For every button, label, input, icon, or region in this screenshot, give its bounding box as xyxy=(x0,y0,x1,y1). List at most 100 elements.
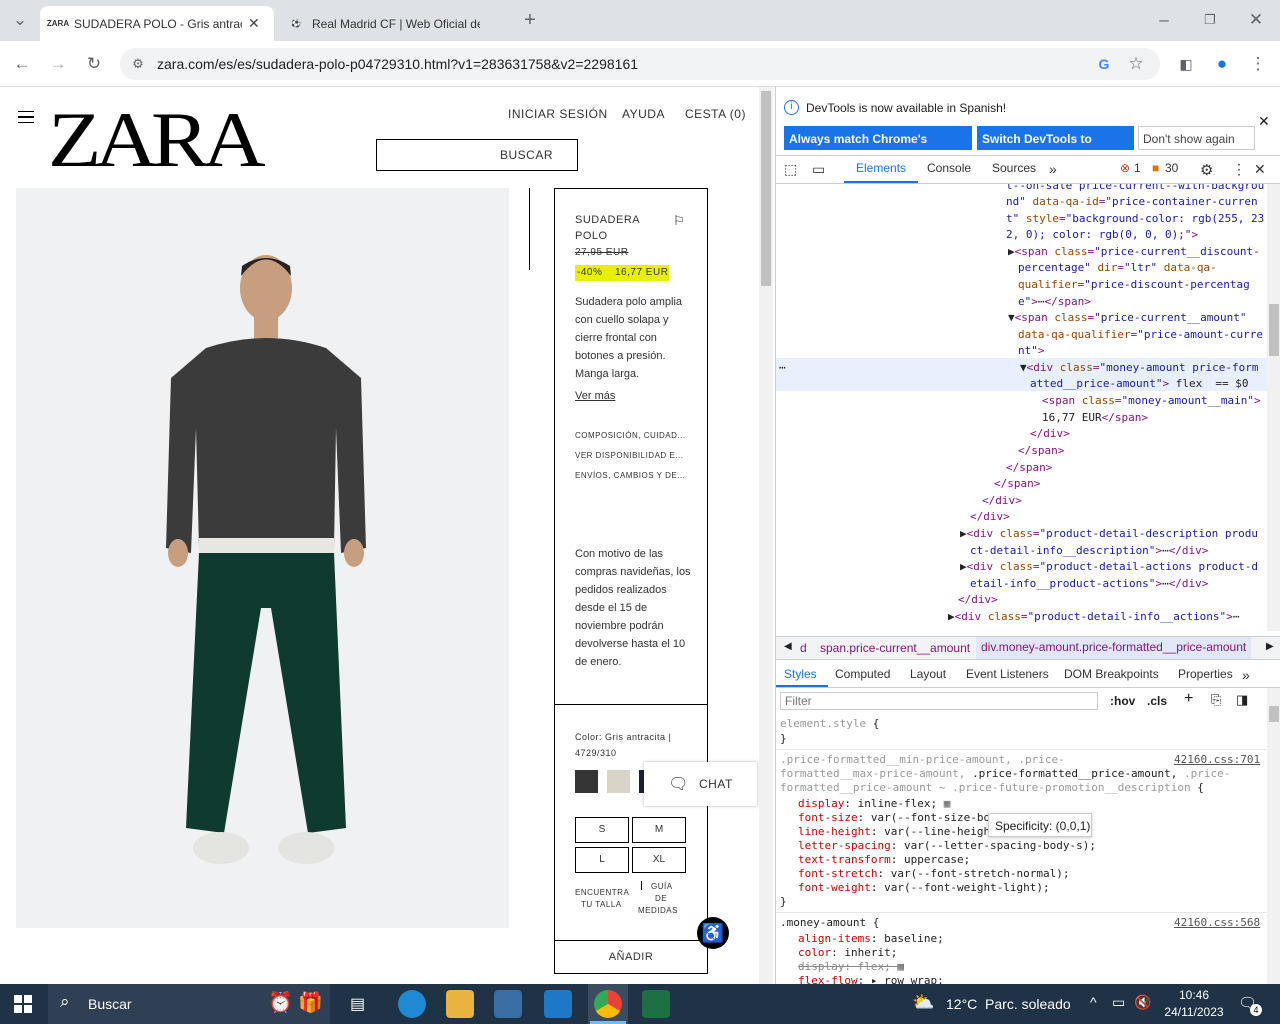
mail-icon[interactable] xyxy=(544,990,572,1018)
size-s[interactable]: S xyxy=(575,817,629,843)
color-swatch-anthracite[interactable] xyxy=(575,770,598,793)
profile-icon[interactable]: ● xyxy=(1210,52,1234,76)
size-guide-line3[interactable]: MEDIDAS xyxy=(638,906,678,915)
warning-count[interactable]: 30 xyxy=(1165,161,1178,175)
side-panel-icon[interactable]: ◧ xyxy=(1174,52,1198,76)
tab-real-madrid[interactable]: ⚽ Real Madrid CF | Web Oficial de xyxy=(278,6,512,41)
more-style-tabs-icon[interactable]: » xyxy=(1242,667,1250,683)
code-line[interactable]: ⋯ xyxy=(779,360,786,377)
warning-icon[interactable]: ■ xyxy=(1152,161,1159,175)
css-line[interactable]: } xyxy=(780,732,787,746)
address-bar[interactable]: ⚙ zara.com/es/es/sudadera-polo-p04729310… xyxy=(120,48,1160,80)
shipping-link[interactable]: ENVÍOS, CAMBIOS Y DE... xyxy=(575,471,685,480)
code-line[interactable]: e">⋯</span> xyxy=(1018,294,1091,311)
inspect-icon[interactable]: ⬚ xyxy=(784,161,797,178)
weather-icon[interactable]: ⛅ xyxy=(912,992,934,1013)
css-line[interactable]: color: inherit; xyxy=(798,946,897,960)
code-line[interactable]: ▼<span class="price-current__amount" xyxy=(1008,310,1246,327)
tab-layout[interactable]: Layout xyxy=(910,667,946,681)
code-line[interactable]: ▶<div class="product-detail-info__action… xyxy=(948,609,1239,626)
forward-icon[interactable]: → xyxy=(46,52,70,76)
code-line[interactable]: percentage" dir="ltr" data-qa- xyxy=(1018,260,1217,277)
tab-console[interactable]: Console xyxy=(927,161,971,175)
styles-pane[interactable]: element.style { } .price-formatted__min-… xyxy=(776,715,1267,984)
code-line[interactable]: </div> xyxy=(982,493,1022,510)
paint-icon[interactable]: ⎘ xyxy=(1211,692,1221,708)
bookmark-icon[interactable]: ⚐ xyxy=(673,213,685,229)
close-window-icon[interactable]: ✕ xyxy=(1244,8,1268,32)
code-line[interactable]: </span> xyxy=(1018,443,1064,460)
css-line[interactable]: text-transform: uppercase; xyxy=(798,853,970,867)
color-swatch-beige[interactable] xyxy=(607,770,630,793)
reload-icon[interactable]: ↻ xyxy=(82,52,106,76)
size-m[interactable]: M xyxy=(632,817,686,843)
see-more-link[interactable]: Ver más xyxy=(575,387,615,405)
css-line[interactable]: .price-formatted__min-price-amount, .pri… xyxy=(780,753,1065,767)
new-style-rule-icon[interactable]: + xyxy=(1184,690,1193,708)
code-line[interactable]: 16,77 EUR</span> xyxy=(1042,410,1148,427)
google-lens-icon[interactable]: G xyxy=(1092,52,1116,76)
css-line[interactable]: } xyxy=(780,895,787,909)
code-line[interactable]: </div> xyxy=(958,592,998,609)
microsoft-store-icon[interactable] xyxy=(494,990,522,1018)
computed-sidebar-icon[interactable]: ◨ xyxy=(1236,692,1248,708)
code-line[interactable]: t" style="background-color: rgb(255, 23 xyxy=(1006,211,1264,228)
css-line[interactable]: formatted__price-amount ~ .price-future-… xyxy=(780,781,1204,795)
code-line[interactable]: ▶<div class="product-detail-actions prod… xyxy=(960,559,1258,576)
edge-icon[interactable] xyxy=(398,990,426,1018)
styles-scrollbar[interactable] xyxy=(1267,688,1280,984)
code-line[interactable]: </span> xyxy=(1006,460,1052,477)
tab-event-listeners[interactable]: Event Listeners xyxy=(966,667,1049,681)
crumb-right-arrow-icon[interactable]: ▶ xyxy=(1266,641,1274,652)
dont-show-again-button[interactable]: Don't show again xyxy=(1138,126,1255,150)
css-source-link[interactable]: 42160.css:568 xyxy=(1174,916,1260,930)
code-line[interactable]: ▶<span class="price-current__discount- xyxy=(1008,244,1260,261)
close-devtools-icon[interactable]: ✕ xyxy=(1254,161,1266,178)
size-xl[interactable]: XL xyxy=(632,847,686,873)
tab-styles[interactable]: Styles xyxy=(784,667,817,681)
css-line[interactable]: font-weight: var(--font-weight-light); xyxy=(798,881,1050,895)
menu-icon[interactable]: ⋮ xyxy=(1246,52,1270,76)
find-size-line2[interactable]: TU TALLA xyxy=(581,900,622,909)
code-line[interactable]: ▼<div class="money-amount price-form xyxy=(1020,360,1258,377)
tab-computed[interactable]: Computed xyxy=(835,667,890,681)
elements-scrollbar[interactable] xyxy=(1267,184,1280,631)
code-line[interactable]: data-qa-qualifier="price-amount-curre xyxy=(1018,327,1263,344)
styles-filter-input[interactable] xyxy=(780,692,1098,710)
network-icon[interactable]: ▭ xyxy=(1112,994,1125,1011)
css-line[interactable]: display: flex; ▦ xyxy=(798,960,904,974)
crumb-item[interactable]: span.price-current__amount xyxy=(820,641,970,655)
chrome-icon[interactable] xyxy=(594,990,622,1018)
size-l[interactable]: L xyxy=(575,847,629,873)
css-line[interactable]: display: inline-flex; ▦ xyxy=(798,797,950,811)
accessibility-icon[interactable]: ♿ xyxy=(697,917,729,949)
error-icon[interactable]: ⊗ xyxy=(1120,161,1130,175)
code-line[interactable]: ct-detail-info__description">⋯</div> xyxy=(970,543,1208,560)
close-banner-icon[interactable]: ✕ xyxy=(1258,113,1270,130)
composition-link[interactable]: COMPOSICIÓN, CUIDAD... xyxy=(575,431,686,440)
error-count[interactable]: 1 xyxy=(1134,161,1141,175)
code-line[interactable]: <span class="money-amount__main"> xyxy=(1042,393,1261,410)
volume-muted-icon[interactable]: 🔇 xyxy=(1134,994,1151,1011)
elements-tree[interactable]: t--on-sale price-current--with-backgrou … xyxy=(776,184,1267,631)
css-line[interactable]: font-stretch: var(--font-stretch-normal)… xyxy=(798,867,1070,881)
code-line[interactable]: nd" data-qa-id="price-container-curren xyxy=(1006,194,1258,211)
css-source-link[interactable]: 42160.css:701 xyxy=(1174,753,1260,767)
login-link[interactable]: INICIAR SESIÓN xyxy=(508,107,608,121)
taskbar-search-box[interactable]: ⌕ Buscar ⏰ 🎁 xyxy=(48,984,330,1024)
crumb-item[interactable]: d xyxy=(800,641,807,655)
css-line[interactable]: align-items: baseline; xyxy=(798,932,944,946)
css-line[interactable]: letter-spacing: var(--letter-spacing-bod… xyxy=(798,839,1096,853)
task-view-icon[interactable]: ▤ xyxy=(350,994,365,1014)
product-photo[interactable] xyxy=(16,188,509,928)
code-line[interactable]: </div> xyxy=(970,509,1010,526)
new-tab-icon[interactable]: + xyxy=(518,8,542,32)
back-icon[interactable]: ← xyxy=(10,52,34,76)
add-to-cart-button[interactable]: AÑADIR xyxy=(555,951,707,963)
tab-elements[interactable]: Elements xyxy=(856,161,906,175)
weather-text[interactable]: 12°C Parc. soleado xyxy=(946,996,1071,1012)
size-guide-line1[interactable]: GUÍA xyxy=(651,882,673,891)
css-line[interactable]: font-size: var(--font-size-bo xyxy=(798,811,990,825)
zara-logo[interactable]: ZARA xyxy=(48,101,266,179)
hover-state-toggle[interactable]: :hov xyxy=(1110,694,1135,708)
